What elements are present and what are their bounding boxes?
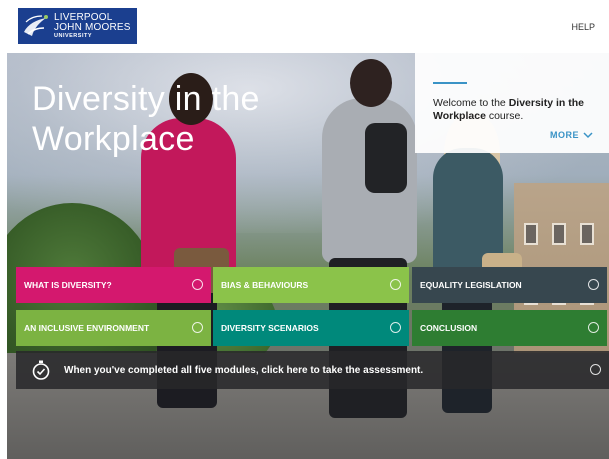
welcome-text: Welcome to the Diversity in the Workplac… [433,97,601,123]
page-title: Diversity in the Workplace [32,80,260,158]
progress-circle-icon [390,322,401,333]
welcome-prefix: Welcome to the [433,97,509,109]
module-label: WHAT IS DIVERSITY? [24,280,112,290]
module-bias-behaviours[interactable]: BIAS & BEHAVIOURS [213,267,409,303]
logo-line2: JOHN MOORES [54,21,131,33]
help-link[interactable]: HELP [571,22,595,32]
more-button[interactable]: MORE [550,130,593,140]
progress-circle-icon [588,279,599,290]
module-diversity-scenarios[interactable]: DIVERSITY SCENARIOS [213,310,409,346]
chevron-down-icon [583,131,593,138]
welcome-card: Welcome to the Diversity in the Workplac… [415,53,609,153]
module-label: BIAS & BEHAVIOURS [221,280,309,290]
university-logo[interactable]: LIVERPOOL JOHN MOORES UNIVERSITY [18,8,137,44]
logo-line3: UNIVERSITY [54,32,93,39]
hero-backpack [365,123,407,193]
progress-circle-icon [192,322,203,333]
more-label: MORE [550,130,579,140]
module-conclusion[interactable]: CONCLUSION [412,310,607,346]
module-what-is-diversity[interactable]: WHAT IS DIVERSITY? [16,267,211,303]
hero-person-legs [157,288,217,408]
stopwatch-icon [30,359,52,381]
header: LIVERPOOL JOHN MOORES UNIVERSITY HELP [0,0,609,52]
progress-circle-icon [192,279,203,290]
hero-banner: Diversity in the Workplace Welcome to th… [7,53,609,459]
progress-circle-icon [590,364,601,375]
welcome-suffix: course. [485,110,524,122]
module-label: DIVERSITY SCENARIOS [221,323,319,333]
liver-bird-icon [18,8,54,44]
hero-person-head [350,59,392,107]
progress-circle-icon [390,279,401,290]
module-equality-legislation[interactable]: EQUALITY LEGISLATION [412,267,607,303]
welcome-accent-line [433,82,467,84]
module-label: EQUALITY LEGISLATION [420,280,522,290]
module-label: CONCLUSION [420,323,478,333]
progress-circle-icon [588,322,599,333]
logo-text: LIVERPOOL JOHN MOORES UNIVERSITY [54,12,131,40]
course-page: LIVERPOOL JOHN MOORES UNIVERSITY HELP Di… [0,0,609,459]
assessment-label: When you've completed all five modules, … [64,364,424,376]
module-inclusive-environment[interactable]: AN INCLUSIVE ENVIRONMENT [16,310,211,346]
module-label: AN INCLUSIVE ENVIRONMENT [24,323,150,333]
assessment-button[interactable]: When you've completed all five modules, … [16,351,609,389]
